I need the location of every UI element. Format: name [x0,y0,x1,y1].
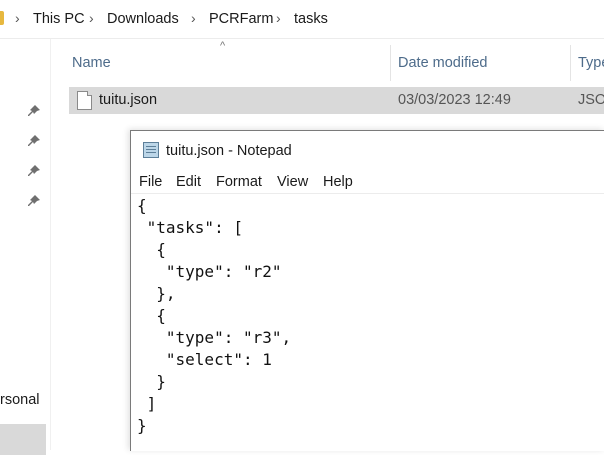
breadcrumb-downloads[interactable]: Downloads [107,11,179,27]
breadcrumb-tasks[interactable]: tasks [294,11,328,27]
menu-view[interactable]: View [277,174,308,190]
file-date-modified: 03/03/2023 12:49 [398,92,511,108]
column-header-type[interactable]: Type [578,55,604,71]
column-divider[interactable] [570,45,571,81]
breadcrumb-pcrfarm[interactable]: PCRFarm [209,11,273,27]
menu-bar: File Edit Format View Help [131,171,604,194]
column-header-name[interactable]: Name [72,55,111,71]
pin-icon[interactable] [27,134,41,148]
pin-icon[interactable] [27,104,41,118]
chevron-right-icon: › [191,10,196,26]
window-title: tuitu.json - Notepad [166,143,292,159]
column-divider[interactable] [390,45,391,81]
file-icon [77,91,92,110]
chevron-right-icon: › [89,10,94,26]
sort-up-icon: ^ [220,40,226,52]
column-header-date-modified[interactable]: Date modified [398,55,487,71]
menu-file[interactable]: File [139,174,162,190]
notepad-window: tuitu.json - Notepad File Edit Format Vi… [130,130,604,451]
file-name: tuitu.json [99,92,158,108]
text-editor[interactable]: { "tasks": [ { "type": "r2" }, { "type":… [137,195,291,437]
navigation-pane: rsonal [0,39,51,455]
file-row[interactable]: tuitu.json 03/03/2023 12:49 JSON [69,87,604,114]
address-bar[interactable]: › This PC › Downloads › PCRFarm › tasks [0,0,604,39]
folder-icon [0,11,4,25]
chevron-right-icon: › [15,10,20,26]
file-type: JSON [578,92,604,108]
chevron-right-icon: › [276,10,281,26]
breadcrumb-this-pc[interactable]: This PC [33,11,85,27]
menu-help[interactable]: Help [323,174,353,190]
menu-format[interactable]: Format [216,174,262,190]
pin-icon[interactable] [27,164,41,178]
nav-item-personal[interactable]: rsonal [0,392,40,408]
menu-edit[interactable]: Edit [176,174,201,190]
notepad-titlebar[interactable]: tuitu.json - Notepad [131,131,604,169]
notepad-icon [143,142,159,158]
pin-icon[interactable] [27,194,41,208]
nav-item-selected[interactable] [0,424,46,455]
